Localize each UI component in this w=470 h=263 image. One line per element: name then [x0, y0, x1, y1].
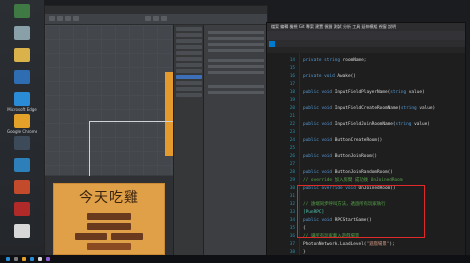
folder-icon	[14, 48, 30, 62]
desktop-icon-label: Google Chrome	[7, 129, 37, 134]
inspector-row[interactable]	[208, 91, 264, 94]
vs-tab-strip	[267, 40, 465, 47]
desktop-icon-label: Microsoft Edge	[7, 107, 37, 112]
hierarchy-row[interactable]	[176, 87, 202, 91]
edge-icon	[14, 92, 30, 106]
desktop-icon[interactable]	[7, 202, 37, 217]
hierarchy-row[interactable]	[176, 45, 202, 49]
app-icon	[14, 136, 30, 150]
visual-studio-window: 檔案 編輯 檢視 Git 專案 建置 偵錯 測試 分析 工具 延伸模組 視窗 說…	[266, 22, 466, 257]
hierarchy-row[interactable]	[176, 57, 202, 61]
folder-icon[interactable]	[22, 257, 26, 261]
play-button-icon[interactable]	[145, 16, 151, 21]
inspector-row[interactable]	[208, 31, 264, 34]
code-editor[interactable]: 14 private string roomName; 15 16 private vo…	[267, 53, 465, 256]
menu-button-4[interactable]	[111, 233, 143, 240]
desktop-icon[interactable]	[7, 158, 37, 173]
desktop-icon[interactable]	[7, 26, 37, 41]
inspector-row[interactable]	[208, 43, 264, 46]
search-icon[interactable]	[14, 257, 18, 261]
app-icon	[14, 180, 30, 194]
inspector-row[interactable]	[208, 37, 264, 40]
desktop-icon[interactable]	[7, 48, 37, 63]
hierarchy-panel	[173, 25, 204, 256]
scene-view[interactable]	[45, 25, 225, 181]
app-icon	[14, 158, 30, 172]
desktop-icon[interactable]	[7, 180, 37, 195]
inspector-row[interactable]	[208, 49, 264, 52]
hierarchy-row[interactable]	[176, 93, 202, 97]
visual-studio-icon[interactable]	[46, 257, 50, 261]
unity-editor-window: 今天吃雞	[44, 5, 268, 257]
hierarchy-row-selected[interactable]	[176, 75, 202, 79]
inspector-row[interactable]	[208, 65, 264, 68]
vs-menu-bar[interactable]: 檔案 編輯 檢視 Git 專案 建置 偵錯 測試 分析 工具 延伸模組 視窗 說…	[271, 24, 396, 30]
recycle-bin-icon	[14, 26, 30, 40]
hierarchy-row[interactable]	[176, 33, 202, 37]
inspector-row[interactable]	[208, 71, 264, 74]
hierarchy-row[interactable]	[176, 69, 202, 73]
vs-toolbar	[267, 31, 465, 40]
hierarchy-row[interactable]	[176, 27, 202, 31]
desktop-icon[interactable]	[7, 136, 37, 151]
taskbar	[0, 255, 470, 263]
app-icon	[14, 202, 30, 216]
menu-button-2[interactable]	[87, 223, 131, 230]
inspector-panel	[203, 25, 268, 256]
edge-icon[interactable]	[30, 257, 34, 261]
desktop-icon[interactable]: Microsoft Edge	[7, 92, 37, 112]
hand-tool-icon[interactable]	[49, 16, 55, 21]
unity-toolbar	[45, 14, 267, 25]
desktop-icon-column: Microsoft Edge Google Chrome	[0, 0, 44, 263]
menu-button-3[interactable]	[75, 233, 107, 240]
monitor-screen: Microsoft Edge Google Chrome 今天吃雞 檔案 編輯 …	[0, 0, 470, 263]
move-tool-icon[interactable]	[57, 16, 63, 21]
desktop-icon[interactable]: Google Chrome	[7, 114, 37, 134]
chrome-icon	[14, 114, 30, 128]
hierarchy-row[interactable]	[176, 51, 202, 55]
hierarchy-row[interactable]	[176, 39, 202, 43]
desktop-icon[interactable]	[7, 224, 37, 239]
unity-icon	[14, 224, 30, 238]
hierarchy-row[interactable]	[176, 63, 202, 67]
rotate-tool-icon[interactable]	[65, 16, 71, 21]
highlight-box	[297, 185, 425, 238]
app-icon	[14, 4, 30, 18]
inspector-row[interactable]	[208, 59, 264, 62]
unity-icon[interactable]	[38, 257, 42, 261]
menu-button-1[interactable]	[87, 213, 131, 220]
menu-button-5[interactable]	[87, 243, 131, 250]
game-view[interactable]: 今天吃雞	[53, 183, 165, 255]
unity-menu-bar	[45, 6, 267, 14]
step-button-icon[interactable]	[161, 16, 167, 21]
game-view-panel: 今天吃雞	[45, 176, 173, 256]
scene-canvas-outline	[89, 121, 185, 181]
vs-title-bar: 檔案 編輯 檢視 Git 專案 建置 偵錯 測試 分析 工具 延伸模組 視窗 說…	[267, 23, 465, 31]
hierarchy-row[interactable]	[176, 81, 202, 85]
game-title: 今天吃雞	[79, 190, 139, 206]
scale-tool-icon[interactable]	[73, 16, 79, 21]
desktop-icon[interactable]	[7, 4, 37, 19]
app-icon	[14, 70, 30, 84]
start-icon[interactable]	[6, 257, 10, 261]
desktop-icon[interactable]	[7, 70, 37, 85]
inspector-row[interactable]	[208, 85, 264, 88]
pause-button-icon[interactable]	[153, 16, 159, 21]
